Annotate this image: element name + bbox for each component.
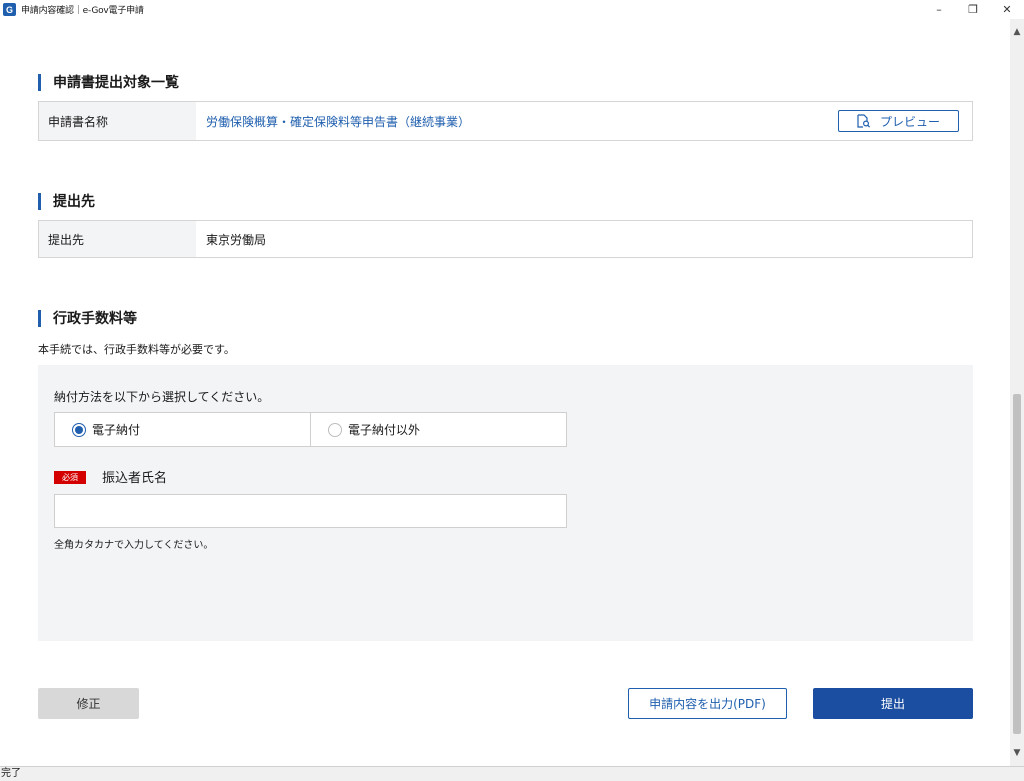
scroll-down-arrow-icon[interactable]: ▼ <box>1010 746 1024 760</box>
fees-description: 本手続では、行政手数料等が必要です。 <box>38 343 235 356</box>
radio-selected-icon <box>72 422 86 437</box>
preview-button[interactable]: プレビュー <box>838 110 959 132</box>
payment-panel: 納付方法を以下から選択してください。 電子納付 電子納付以外 必須 振込者氏名 … <box>38 365 973 641</box>
scroll-up-arrow-icon[interactable]: ▲ <box>1010 25 1024 39</box>
payer-name-hint: 全角カタカナで入力してください。 <box>54 540 214 551</box>
form-name-link[interactable]: 労働保険概算・確定保険料等申告書（継続事業） <box>206 113 470 130</box>
radio-label: 電子納付 <box>92 423 141 437</box>
submit-to-section-heading: 提出先 <box>38 191 95 211</box>
payment-prompt: 納付方法を以下から選択してください。 <box>54 390 270 404</box>
radio-non-electronic-payment[interactable]: 電子納付以外 <box>310 413 566 446</box>
vertical-scrollbar[interactable]: ▲ ▼ <box>1010 19 1024 766</box>
forms-heading-text: 申請書提出対象一覧 <box>53 75 179 91</box>
forms-table: 申請書名称 労働保険概算・確定保険料等申告書（継続事業） プレビュー <box>38 101 973 141</box>
submit-to-value-cell: 東京労働局 <box>206 232 267 247</box>
heading-accent-bar <box>38 192 41 210</box>
heading-accent-bar <box>38 73 41 91</box>
required-badge: 必須 <box>54 471 86 484</box>
window-controls: – ❐ ✕ <box>922 0 1024 19</box>
preview-label: プレビュー <box>879 114 940 129</box>
payment-method-radio-group: 電子納付 電子納付以外 <box>54 412 567 447</box>
payer-name-input[interactable] <box>54 494 567 528</box>
window-title: 申請内容確認｜e-Gov電子申請 <box>21 6 144 16</box>
heading-accent-bar <box>38 309 41 327</box>
document-search-icon <box>857 114 870 128</box>
app-icon: G <box>3 3 16 16</box>
main-content: 申請書提出対象一覧 申請書名称 労働保険概算・確定保険料等申告書（継続事業） プ… <box>0 19 1010 766</box>
window-titlebar: G 申請内容確認｜e-Gov電子申請 – ❐ ✕ <box>0 0 1024 19</box>
forms-label-cell: 申請書名称 <box>39 102 196 140</box>
radio-label: 電子納付以外 <box>348 423 421 437</box>
radio-electronic-payment[interactable]: 電子納付 <box>55 413 310 446</box>
minimize-button[interactable]: – <box>922 0 956 19</box>
forms-value-cell: 労働保険概算・確定保険料等申告書（継続事業） プレビュー <box>196 102 972 140</box>
forms-section-heading: 申請書提出対象一覧 <box>38 72 179 92</box>
fees-section-heading: 行政手数料等 <box>38 308 137 328</box>
submit-to-label-cell: 提出先 <box>39 221 196 257</box>
close-button[interactable]: ✕ <box>990 0 1024 19</box>
status-bar: 完了 <box>0 766 1024 781</box>
scroll-thumb[interactable] <box>1013 394 1021 734</box>
status-text: 完了 <box>1 768 21 779</box>
payer-name-label: 振込者氏名 <box>102 471 168 486</box>
restore-button[interactable]: ❐ <box>956 0 990 19</box>
submit-button[interactable]: 提出 <box>813 688 973 719</box>
radio-unselected-icon <box>328 422 342 437</box>
output-pdf-button[interactable]: 申請内容を出力(PDF) <box>628 688 787 719</box>
submit-to-heading-text: 提出先 <box>53 194 95 210</box>
fix-button[interactable]: 修正 <box>38 688 139 719</box>
submit-to-table: 提出先 東京労働局 <box>38 220 973 258</box>
fees-heading-text: 行政手数料等 <box>53 311 137 327</box>
